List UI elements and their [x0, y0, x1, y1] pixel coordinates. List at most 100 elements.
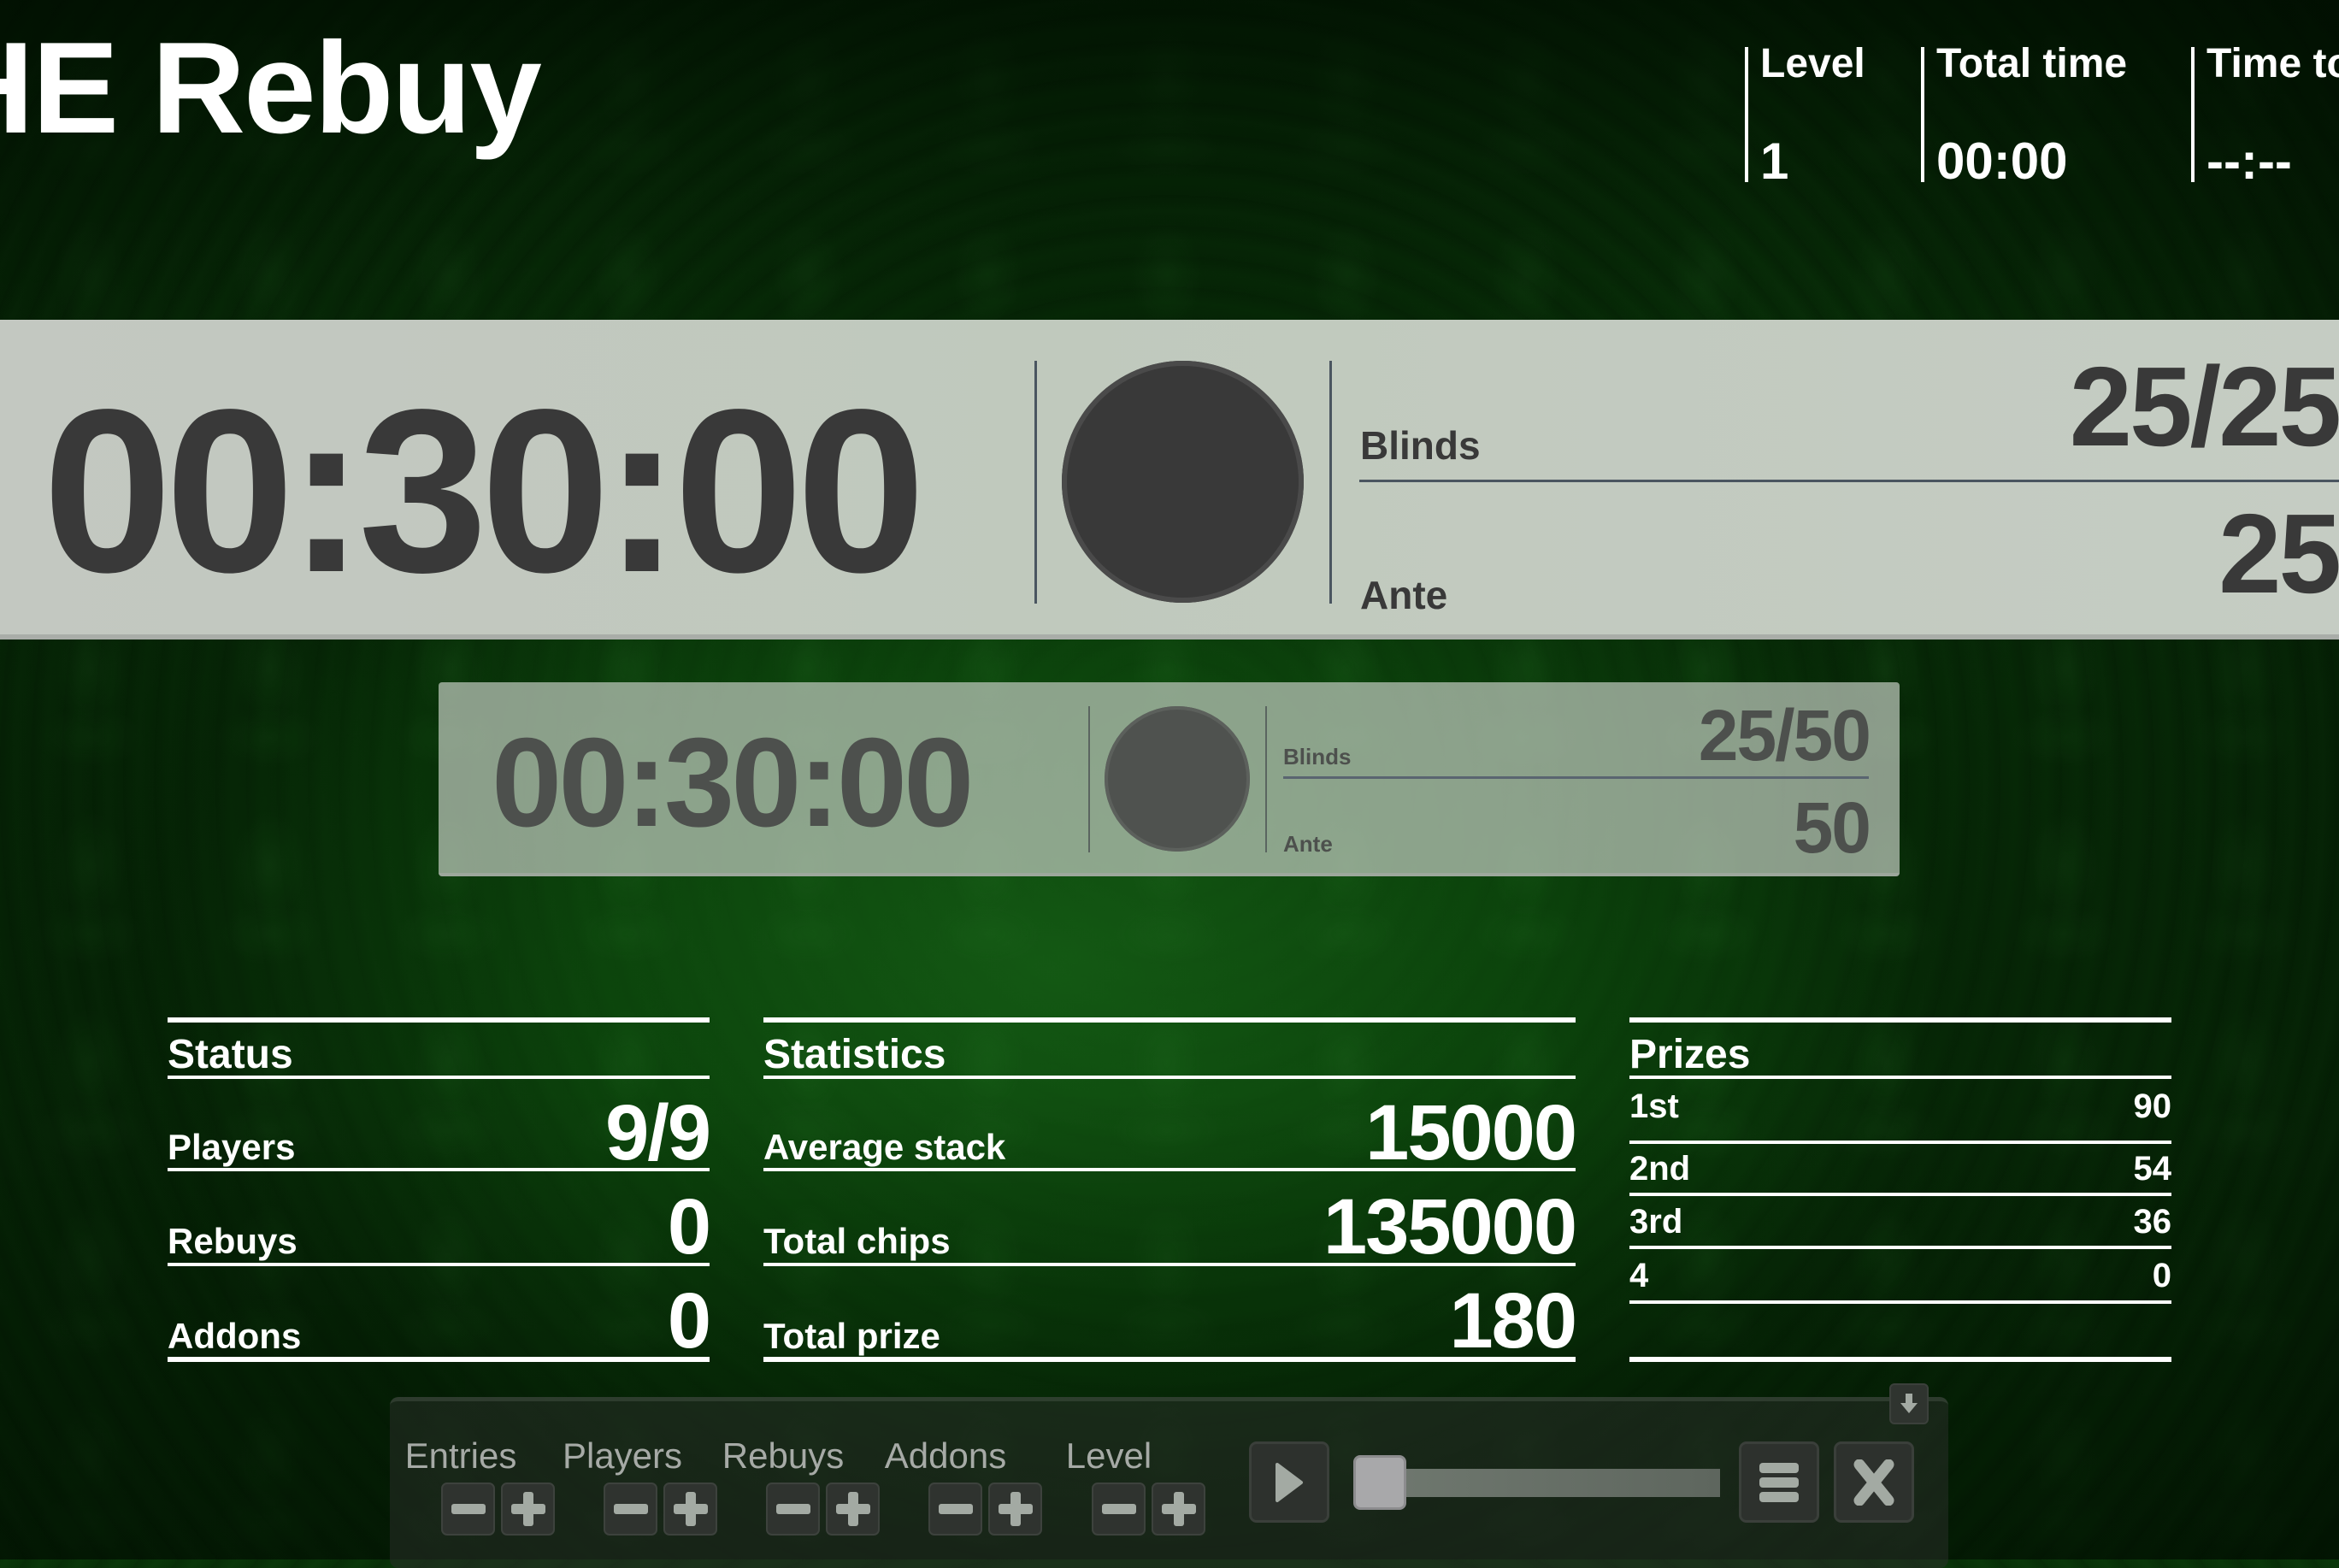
divider: [763, 1263, 1576, 1266]
rebuys-increment-button[interactable]: [826, 1483, 880, 1536]
divider: [1329, 361, 1332, 604]
entries-decrement-button[interactable]: [441, 1483, 495, 1536]
level-progress-slider-thumb[interactable]: [1353, 1455, 1406, 1510]
blinds-value: 25/25: [2069, 344, 2339, 469]
plus-icon: [673, 1492, 708, 1526]
level-timer: 00:30:00: [43, 361, 926, 621]
ante-value: 25: [2218, 491, 2339, 616]
entries-label: Entries: [404, 1435, 517, 1476]
addons-label: Addons: [884, 1435, 1007, 1476]
next-level-panel: 00:30:00 Blinds 25/50 Ante 50: [439, 682, 1900, 876]
plus-icon: [1161, 1492, 1196, 1526]
status-value: 0: [667, 1183, 711, 1270]
close-icon: [1853, 1459, 1894, 1506]
statistics-value: 15000: [1365, 1089, 1577, 1176]
blinds-divider: [1359, 480, 2339, 482]
level-decrement-button[interactable]: [1092, 1483, 1146, 1536]
header-level-value: 1: [1760, 133, 1789, 183]
minus-icon: [451, 1504, 486, 1514]
next-blinds-value: 25/50: [1698, 695, 1871, 775]
divider: [168, 1263, 710, 1266]
prizes-table: Prizes 1st 90 2nd 54 3rd 36 4 0: [1629, 1017, 2171, 1368]
prize-amount: 90: [2133, 1088, 2172, 1125]
prizes-title: Prizes: [1629, 1032, 1751, 1077]
plus-icon: [510, 1492, 545, 1526]
level-increment-button[interactable]: [1152, 1483, 1205, 1536]
header-total-time: Total time 00:00: [1921, 47, 2201, 182]
next-ante-value: 50: [1793, 787, 1871, 868]
play-icon: [1276, 1462, 1303, 1502]
minus-icon: [938, 1504, 973, 1514]
chip-icon: [1062, 361, 1304, 603]
blinds-label: Blinds: [1360, 423, 1481, 468]
plus-icon: [835, 1492, 870, 1526]
players-decrement-button[interactable]: [604, 1483, 657, 1536]
next-blinds-label: Blinds: [1283, 744, 1352, 769]
statistics-title: Statistics: [763, 1032, 946, 1077]
prize-amount: 36: [2133, 1203, 2172, 1241]
menu-button[interactable]: [1739, 1441, 1819, 1523]
minus-icon: [775, 1504, 810, 1514]
hide-controls-button[interactable]: [1889, 1383, 1929, 1424]
players-increment-button[interactable]: [663, 1483, 717, 1536]
status-value: 0: [667, 1277, 711, 1365]
divider: [763, 1357, 1576, 1362]
play-button[interactable]: [1249, 1441, 1329, 1523]
control-bar: Entries Players Rebuys Addons Level: [390, 1397, 1948, 1568]
divider: [1629, 1300, 2171, 1304]
plus-icon: [998, 1492, 1033, 1526]
next-blinds-divider: [1283, 776, 1869, 779]
header-time-to-label: Time to: [2206, 47, 2339, 86]
rebuys-decrement-button[interactable]: [766, 1483, 820, 1536]
status-title: Status: [168, 1032, 293, 1077]
divider: [763, 1168, 1576, 1171]
addons-decrement-button[interactable]: [928, 1483, 982, 1536]
level-label: Level: [1065, 1435, 1152, 1476]
next-ante-label: Ante: [1283, 831, 1333, 857]
status-label: Rebuys: [168, 1221, 298, 1261]
divider: [1629, 1017, 2171, 1023]
level-progress-slider-track[interactable]: [1382, 1469, 1720, 1497]
divider: [1629, 1246, 2171, 1249]
status-value: 9/9: [605, 1089, 711, 1176]
divider: [1034, 361, 1037, 604]
players-label: Players: [562, 1435, 683, 1476]
header-total-time-value: 00:00: [1936, 133, 2068, 183]
prize-place: 3rd: [1629, 1203, 1683, 1241]
entries-increment-button[interactable]: [501, 1483, 555, 1536]
rebuys-label: Rebuys: [722, 1435, 845, 1476]
divider: [168, 1076, 710, 1079]
next-level-timer: 00:30:00: [492, 712, 974, 853]
divider: [1265, 706, 1267, 852]
header-time-to: Time to --:--: [2191, 47, 2339, 182]
divider: [168, 1357, 710, 1362]
arrow-down-icon: [1900, 1394, 1918, 1413]
statistics-table: Statistics Average stack 15000 Total chi…: [763, 1017, 1577, 1368]
ante-label: Ante: [1360, 573, 1448, 617]
close-button[interactable]: [1834, 1441, 1914, 1523]
divider: [1629, 1357, 2171, 1362]
prize-amount: 0: [2152, 1257, 2171, 1294]
header-level-label: Level: [1760, 47, 1865, 86]
prize-place: 1st: [1629, 1088, 1679, 1125]
divider: [1629, 1193, 2171, 1196]
status-table: Status Players 9/9 Rebuys 0 Addons 0: [168, 1017, 711, 1368]
statistics-value: 135000: [1323, 1183, 1577, 1270]
status-label: Players: [168, 1127, 296, 1167]
status-label: Addons: [168, 1316, 302, 1356]
divider: [763, 1076, 1576, 1079]
header-time-to-value: --:--: [2206, 133, 2292, 183]
statistics-label: Total prize: [763, 1316, 940, 1356]
statistics-label: Total chips: [763, 1221, 951, 1261]
divider: [168, 1168, 710, 1171]
divider: [1629, 1076, 2171, 1079]
current-level-panel: 00:30:00 Blinds 25/25 Ante 25: [0, 320, 2339, 640]
addons-increment-button[interactable]: [988, 1483, 1042, 1536]
header-level: Level 1: [1745, 47, 1931, 182]
statistics-value: 180: [1449, 1277, 1577, 1365]
header-total-time-label: Total time: [1936, 47, 2128, 86]
prize-place: 2nd: [1629, 1150, 1691, 1188]
prize-place: 4: [1629, 1257, 1649, 1294]
chip-icon: [1105, 706, 1250, 852]
tournament-title: HE Rebuy: [0, 15, 542, 161]
